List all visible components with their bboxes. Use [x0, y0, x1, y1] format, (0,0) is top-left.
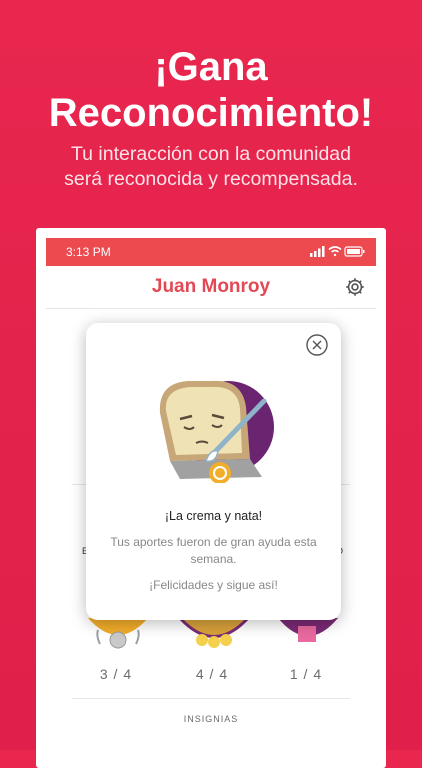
dialog-title: ¡La crema y nata! — [164, 509, 263, 523]
header-divider — [46, 308, 376, 309]
status-time: 3:13 PM — [66, 245, 111, 259]
gift-badge-icon[interactable] — [276, 618, 340, 658]
status-bar: 3:13 PM — [46, 238, 376, 266]
promo-title-line1: ¡Gana — [154, 45, 268, 89]
wifi-icon — [328, 246, 342, 257]
battery-icon — [344, 246, 365, 257]
signal-icon — [310, 246, 325, 257]
settings-button[interactable] — [344, 276, 366, 298]
promo-title: ¡Gana Reconocimiento! — [0, 44, 422, 136]
promo-subtitle: Tu interacción con la comunidad será rec… — [0, 142, 422, 192]
badge-count: 4 / 4 — [195, 666, 229, 682]
promo-subtitle-line2: será reconocida y recompensada. — [64, 168, 358, 190]
close-icon — [306, 334, 328, 356]
gear-icon — [346, 278, 364, 296]
dialog-congrats: ¡Felicidades y sigue así! — [149, 578, 278, 592]
trophy-badge-icon[interactable] — [176, 618, 252, 658]
medal-badge-icon[interactable] — [86, 618, 150, 658]
status-icons — [310, 244, 366, 261]
badges-divider — [72, 698, 350, 699]
promo-title-line2: Reconocimiento! — [48, 91, 374, 135]
section-label: INSIGNIAS — [183, 714, 239, 724]
toast-badge-illustration — [159, 380, 274, 483]
badge-count: 1 / 4 — [289, 666, 323, 682]
badge-count: 3 / 4 — [99, 666, 133, 682]
promo-subtitle-line1: Tu interacción con la comunidad — [70, 143, 352, 165]
dialog-message: Tus aportes fueron de gran ayuda esta se… — [110, 535, 317, 566]
close-button[interactable] — [305, 333, 329, 357]
achievement-dialog: ¡La crema y nata! Tus aportes fueron de … — [86, 323, 341, 620]
profile-name: Juan Monroy — [151, 276, 271, 297]
